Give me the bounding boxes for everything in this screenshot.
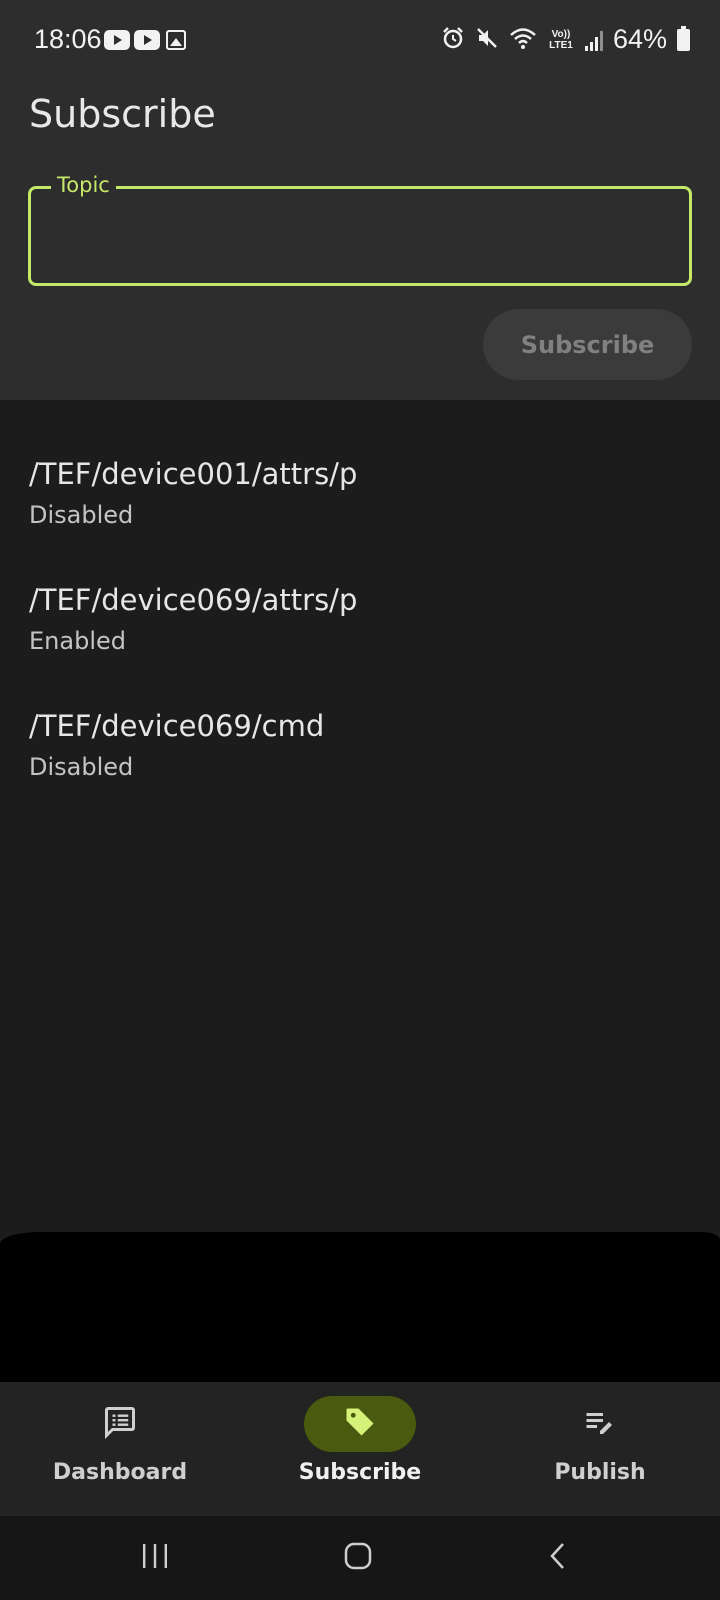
lte-icon: Vo)) LTE1	[549, 28, 573, 51]
bottom-navigation: Dashboard Subscribe Publish	[0, 1382, 720, 1516]
nav-icon-container	[304, 1396, 416, 1452]
subscription-status: Disabled	[29, 753, 134, 781]
subscription-topic: /TEF/device069/cmd	[29, 709, 325, 743]
list-item[interactable]: /TEF/device069/attrs/p Enabled	[29, 582, 689, 656]
subscription-topic: /TEF/device001/attrs/p	[29, 457, 358, 491]
battery-percentage: 64%	[612, 24, 667, 54]
system-status-icons: Vo)) LTE1 64%	[441, 24, 690, 55]
notification-icons	[104, 30, 186, 50]
recent-apps-icon	[140, 1542, 170, 1574]
subscription-topic: /TEF/device069/attrs/p	[29, 583, 358, 617]
back-button[interactable]	[528, 1538, 588, 1578]
edit-list-icon	[582, 1404, 618, 1444]
battery-icon	[677, 25, 690, 51]
recent-apps-button[interactable]	[125, 1538, 185, 1578]
home-icon	[343, 1541, 373, 1575]
list-item[interactable]: /TEF/device001/attrs/p Disabled	[29, 456, 689, 530]
home-button[interactable]	[328, 1538, 388, 1578]
nav-label: Publish	[554, 1460, 646, 1485]
redacted-area	[0, 1232, 720, 1394]
list-item[interactable]: /TEF/device069/cmd Disabled	[29, 708, 689, 782]
wifi-icon	[509, 26, 537, 54]
tag-icon	[342, 1404, 378, 1444]
status-time: 18:06	[34, 24, 102, 54]
gallery-icon	[166, 30, 186, 50]
page-title: Subscribe	[29, 92, 216, 136]
mute-icon	[475, 26, 499, 54]
subscription-status: Enabled	[29, 627, 126, 655]
nav-label: Dashboard	[52, 1460, 188, 1485]
nav-item-publish[interactable]: Publish	[480, 1396, 720, 1496]
subscribe-button[interactable]: Subscribe	[483, 309, 692, 380]
topic-label: Topic	[51, 173, 116, 197]
topic-field[interactable]: Topic	[28, 173, 692, 286]
signal-icon	[584, 29, 603, 51]
youtube-icon	[134, 30, 160, 50]
alarm-icon	[441, 26, 465, 54]
system-navigation-bar	[0, 1516, 720, 1600]
youtube-icon	[104, 30, 130, 50]
nav-icon-container	[64, 1396, 176, 1452]
back-icon	[546, 1541, 570, 1575]
dashboard-list-icon	[102, 1404, 138, 1444]
subscription-status: Disabled	[29, 501, 134, 529]
status-bar: 18:06 Vo)) LTE1 64%	[0, 0, 720, 80]
topic-input[interactable]	[49, 219, 673, 261]
nav-icon-container	[544, 1396, 656, 1452]
nav-item-subscribe[interactable]: Subscribe	[240, 1396, 480, 1496]
nav-item-dashboard[interactable]: Dashboard	[0, 1396, 240, 1496]
nav-label: Subscribe	[298, 1460, 422, 1485]
